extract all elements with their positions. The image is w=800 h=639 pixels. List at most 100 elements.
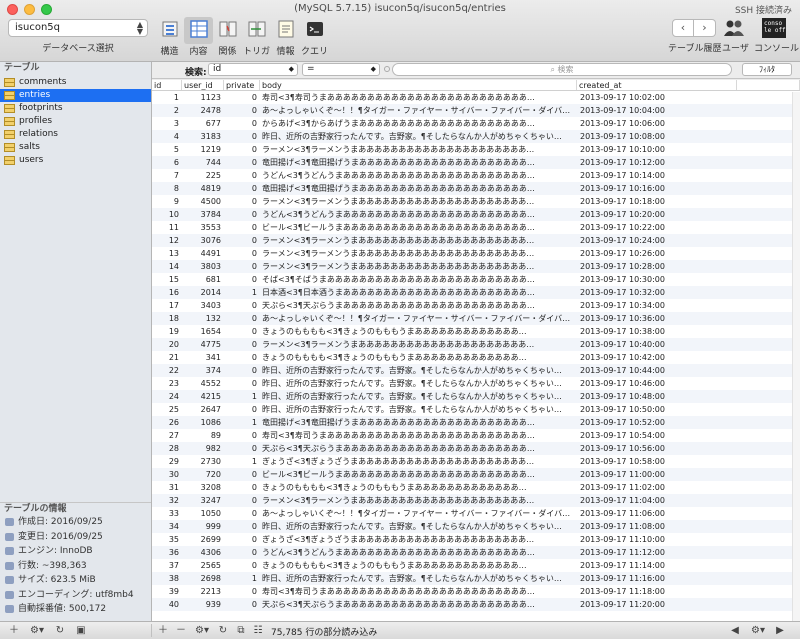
cell-user-id[interactable]: 939 (182, 598, 224, 611)
cell-body[interactable]: ラーメン<3¶ラーメンうまあああああああああああああああああああああ… (260, 260, 577, 273)
table-row[interactable]: 7 225 0 うどん<3¶うどんうまあああああああああああああああああああああああ…… (152, 169, 800, 182)
cell-body[interactable]: 昨日、近所の吉野家行ったんです。吉野家。¶そしたらなんか人がめちゃくちゃい… (260, 377, 577, 390)
table-row[interactable]: 1 1123 0 寿司<3¶寿司うまあああああああああああああああああああああああああ… (152, 91, 800, 104)
cell-body[interactable]: ラーメン<3¶ラーメンうまあああああああああああああああああああああ… (260, 247, 577, 260)
table-row[interactable]: 15 681 0 そば<3¶そばうまあああああああああああああああああああああああああ… (152, 273, 800, 286)
cell-body[interactable]: 昨日、近所の吉野家行ったんです。吉野家。¶そしたらなんか人がめちゃくちゃい… (260, 572, 577, 585)
toggle-panel-icon[interactable]: ▣ (71, 623, 91, 638)
cell-created-at[interactable]: 2013-09-17 11:16:00 (577, 572, 737, 585)
cell-created-at[interactable]: 2013-09-17 10:54:00 (577, 429, 737, 442)
cell-user-id[interactable]: 2730 (182, 455, 224, 468)
cell-id[interactable]: 2 (152, 104, 182, 117)
cell-body[interactable]: 天ぷら<3¶天ぷらうまあああああああああああああああああああああああ… (260, 442, 577, 455)
cell-private[interactable]: 1 (224, 572, 260, 585)
cell-private[interactable]: 0 (224, 364, 260, 377)
cell-private[interactable]: 0 (224, 117, 260, 130)
columns-icon[interactable]: ☷ (250, 623, 266, 638)
table-row[interactable]: 29 2730 1 ぎょうざ<3¶ぎょうざうまああああああああああああああああああああ… (152, 455, 800, 468)
table-row[interactable]: 18 132 0 あ～よっしゃいくぞ～！！¶タイガー・ファイヤー・サイバー・ファイバー… (152, 312, 800, 325)
cell-created-at[interactable]: 2013-09-17 10:24:00 (577, 234, 737, 247)
cell-body[interactable]: うどん<3¶うどんうまあああああああああああああああああああああああ… (260, 546, 577, 559)
cell-private[interactable]: 1 (224, 416, 260, 429)
cell-private[interactable]: 0 (224, 351, 260, 364)
cell-body[interactable]: きょうのもももも<3¶きょうのもももうまあああああああああああああ… (260, 559, 577, 572)
cell-created-at[interactable]: 2013-09-17 10:38:00 (577, 325, 737, 338)
table-row[interactable]: 34 999 0 昨日、近所の吉野家行ったんです。吉野家。¶そしたらなんか人がめちゃく… (152, 520, 800, 533)
filter-button[interactable]: ﾌｨﾙﾀ (742, 63, 792, 76)
cell-private[interactable]: 0 (224, 559, 260, 572)
table-row[interactable]: 31 3208 0 きょうのもももも<3¶きょうのもももうまあああああああああああああ… (152, 481, 800, 494)
cell-created-at[interactable]: 2013-09-17 11:12:00 (577, 546, 737, 559)
cell-created-at[interactable]: 2013-09-17 10:40:00 (577, 338, 737, 351)
cell-user-id[interactable]: 4500 (182, 195, 224, 208)
cell-user-id[interactable]: 2698 (182, 572, 224, 585)
cell-id[interactable]: 22 (152, 364, 182, 377)
table-row[interactable]: 23 4552 0 昨日、近所の吉野家行ったんです。吉野家。¶そしたらなんか人がめちゃ… (152, 377, 800, 390)
table-row[interactable]: 21 341 0 きょうのもももも<3¶きょうのもももうまあああああああああああああ…… (152, 351, 800, 364)
cell-id[interactable]: 35 (152, 533, 182, 546)
vertical-scrollbar[interactable] (792, 92, 800, 621)
duplicate-row-icon[interactable]: ⧉ (233, 623, 249, 638)
cell-user-id[interactable]: 1050 (182, 507, 224, 520)
remove-row-icon[interactable]: － (173, 623, 189, 638)
cell-id[interactable]: 14 (152, 260, 182, 273)
cell-created-at[interactable]: 2013-09-17 11:10:00 (577, 533, 737, 546)
cell-user-id[interactable]: 4819 (182, 182, 224, 195)
cell-user-id[interactable]: 3403 (182, 299, 224, 312)
cell-created-at[interactable]: 2013-09-17 10:06:00 (577, 117, 737, 130)
cell-body[interactable]: 寿司<3¶寿司うまあああああああああああああああああああああああああ… (260, 91, 577, 104)
cell-body[interactable]: 昨日、近所の吉野家行ったんです。吉野家。¶そしたらなんか人がめちゃくちゃい… (260, 130, 577, 143)
cell-user-id[interactable]: 982 (182, 442, 224, 455)
cell-body[interactable]: ラーメン<3¶ラーメンうまあああああああああああああああああああああ… (260, 494, 577, 507)
table-row[interactable]: 5 1219 0 ラーメン<3¶ラーメンうまあああああああああああああああああああああ… (152, 143, 800, 156)
cell-body[interactable]: 寿司<3¶寿司うまあああああああああああああああああああああああああ… (260, 585, 577, 598)
cell-created-at[interactable]: 2013-09-17 11:14:00 (577, 559, 737, 572)
cell-private[interactable]: 0 (224, 247, 260, 260)
cell-created-at[interactable]: 2013-09-17 10:36:00 (577, 312, 737, 325)
cell-user-id[interactable]: 1123 (182, 91, 224, 104)
cell-id[interactable]: 27 (152, 429, 182, 442)
cell-user-id[interactable]: 1219 (182, 143, 224, 156)
cell-user-id[interactable]: 2213 (182, 585, 224, 598)
cell-id[interactable]: 12 (152, 234, 182, 247)
cell-created-at[interactable]: 2013-09-17 10:28:00 (577, 260, 737, 273)
cell-id[interactable]: 4 (152, 130, 182, 143)
filter-operator-select[interactable]: = ◆ (302, 63, 380, 76)
table-item-entries[interactable]: entries (0, 89, 151, 102)
cell-private[interactable]: 0 (224, 221, 260, 234)
structure-tab[interactable]: 構造 (155, 17, 184, 57)
cell-created-at[interactable]: 2013-09-17 11:00:00 (577, 468, 737, 481)
cell-id[interactable]: 24 (152, 390, 182, 403)
cell-id[interactable]: 9 (152, 195, 182, 208)
cell-body[interactable]: 日本酒<3¶日本酒うまあああああああああああああああああああああああ… (260, 286, 577, 299)
cell-created-at[interactable]: 2013-09-17 10:20:00 (577, 208, 737, 221)
cell-private[interactable]: 0 (224, 377, 260, 390)
table-row[interactable]: 4 3183 0 昨日、近所の吉野家行ったんです。吉野家。¶そしたらなんか人がめちゃく… (152, 130, 800, 143)
cell-id[interactable]: 16 (152, 286, 182, 299)
cell-id[interactable]: 30 (152, 468, 182, 481)
column-header-id[interactable]: id (152, 80, 182, 90)
table-row[interactable]: 25 2647 0 昨日、近所の吉野家行ったんです。吉野家。¶そしたらなんか人がめちゃ… (152, 403, 800, 416)
cell-created-at[interactable]: 2013-09-17 10:56:00 (577, 442, 737, 455)
table-row[interactable]: 27 89 0 寿司<3¶寿司うまあああああああああああああああああああああああああ…… (152, 429, 800, 442)
cell-user-id[interactable]: 89 (182, 429, 224, 442)
cell-private[interactable]: 0 (224, 429, 260, 442)
cell-body[interactable]: 昨日、近所の吉野家行ったんです。吉野家。¶そしたらなんか人がめちゃくちゃい… (260, 390, 577, 403)
cell-body[interactable]: 天ぷら<3¶天ぷらうまあああああああああああああああああああああああ… (260, 598, 577, 611)
cell-id[interactable]: 13 (152, 247, 182, 260)
column-header-created-at[interactable]: created_at (577, 80, 737, 90)
cell-created-at[interactable]: 2013-09-17 10:52:00 (577, 416, 737, 429)
table-row[interactable]: 8 4819 0 竜田揚げ<3¶竜田揚げうまあああああああああああああああああああああ… (152, 182, 800, 195)
refresh-icon[interactable]: ↻ (51, 623, 69, 638)
cell-private[interactable]: 0 (224, 533, 260, 546)
cell-user-id[interactable]: 132 (182, 312, 224, 325)
users-icon[interactable] (723, 18, 745, 38)
cell-created-at[interactable]: 2013-09-17 10:58:00 (577, 455, 737, 468)
cell-body[interactable]: ラーメン<3¶ラーメンうまあああああああああああああああああああああ… (260, 338, 577, 351)
table-row[interactable]: 9 4500 0 ラーメン<3¶ラーメンうまあああああああああああああああああああああ… (152, 195, 800, 208)
cell-body[interactable]: ぎょうざ<3¶ぎょうざうまあああああああああああああああああああああ… (260, 533, 577, 546)
table-row[interactable]: 6 744 0 竜田揚げ<3¶竜田揚げうまあああああああああああああああああああああ…… (152, 156, 800, 169)
cell-id[interactable]: 34 (152, 520, 182, 533)
cell-private[interactable]: 0 (224, 195, 260, 208)
cell-body[interactable]: からあげ<3¶からあげうまあああああああああああああああああああああ… (260, 117, 577, 130)
